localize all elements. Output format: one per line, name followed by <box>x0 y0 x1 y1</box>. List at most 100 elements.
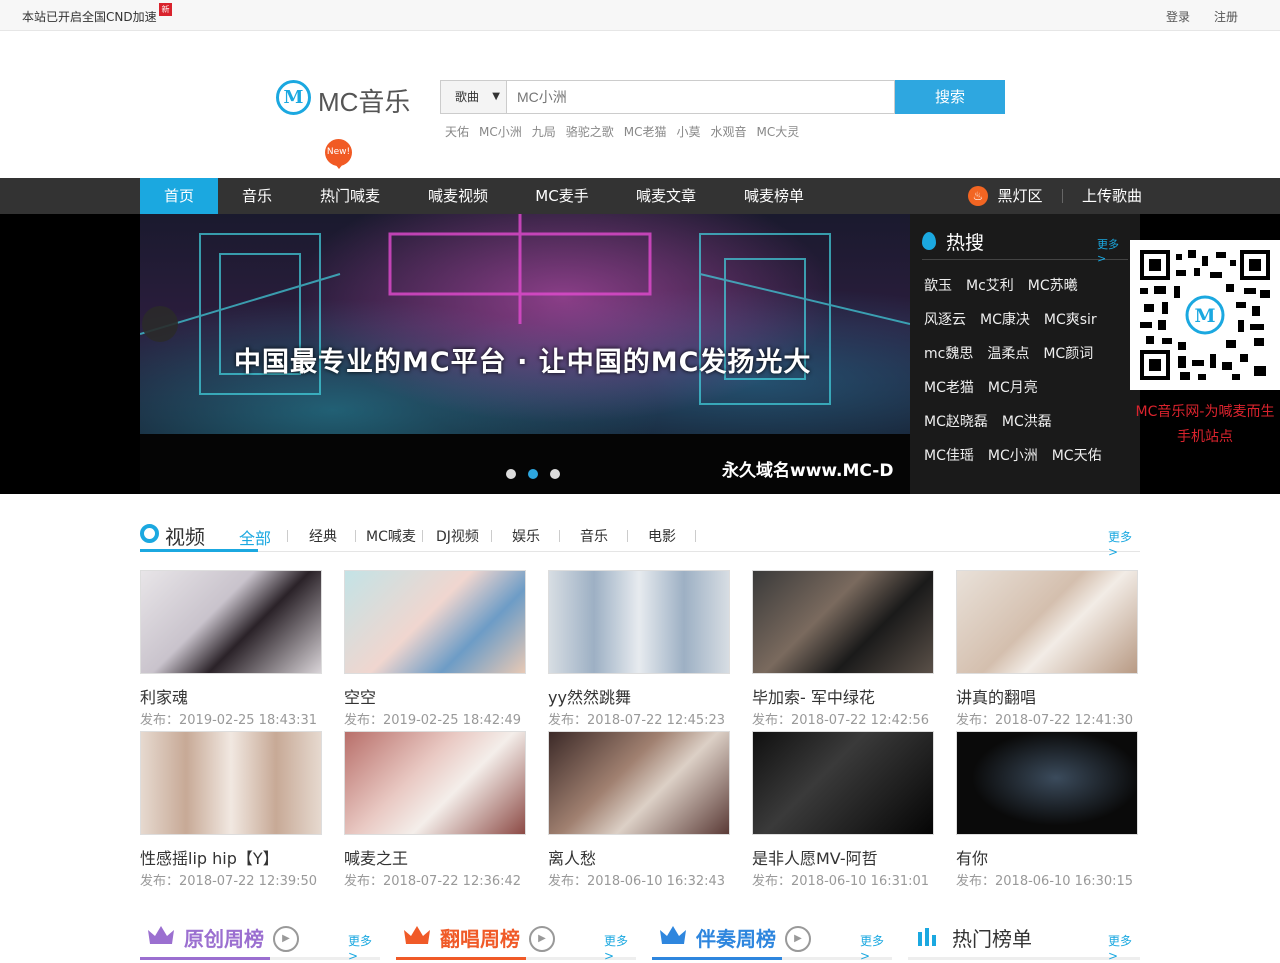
hot-tag[interactable]: 歆玉 <box>924 274 952 298</box>
hot-keyword[interactable]: 天佑 <box>445 125 469 139</box>
video-title[interactable]: 有你 <box>956 845 988 869</box>
hot-keyword[interactable]: MC老猫 <box>624 125 667 139</box>
hot-tag[interactable]: MC佳瑶 <box>924 444 974 468</box>
video-thumbnail[interactable] <box>548 731 730 835</box>
video-title[interactable]: 讲真的翻唱 <box>956 684 1036 708</box>
video-card[interactable]: 利家魂 发布：2019-02-25 18:43:31 <box>140 570 322 730</box>
carousel-dot-1[interactable] <box>506 469 516 479</box>
video-cat-mc[interactable]: MC喊麦 <box>366 526 416 546</box>
video-thumbnail[interactable] <box>956 731 1138 835</box>
video-more-link[interactable]: 更多> <box>1108 528 1140 559</box>
video-cat-classic[interactable]: 经典 <box>309 526 337 546</box>
video-title[interactable]: 喊麦之王 <box>344 845 408 869</box>
hot-keyword[interactable]: MC大灵 <box>757 125 800 139</box>
chevron-down-icon: ▼ <box>492 91 500 102</box>
chart-title: 翻唱周榜 <box>440 927 520 951</box>
search-type-select[interactable]: 歌曲 ▼ <box>440 80 506 114</box>
video-thumbnail[interactable] <box>752 570 934 674</box>
hot-keyword[interactable]: MC小洲 <box>479 125 522 139</box>
hot-keyword[interactable]: 水观音 <box>711 125 747 139</box>
hot-tag[interactable]: MC天佑 <box>1052 444 1102 468</box>
nav-music[interactable]: 音乐 <box>218 178 296 214</box>
video-thumbnail[interactable] <box>140 731 322 835</box>
site-logo[interactable]: M MC音乐 <box>276 80 416 118</box>
hot-tag[interactable]: MC颜词 <box>1043 342 1093 366</box>
video-cat-entertainment[interactable]: 娱乐 <box>512 526 540 546</box>
search-input[interactable] <box>506 80 895 114</box>
video-card[interactable]: yy然然跳舞 发布：2018-07-22 12:45:23 <box>548 570 730 730</box>
video-title[interactable]: 离人愁 <box>548 845 596 869</box>
video-card[interactable]: 离人愁 发布：2018-06-10 16:32:43 <box>548 731 730 891</box>
hot-tag[interactable]: MC月亮 <box>988 376 1038 400</box>
video-title[interactable]: 性感摇lip hip【Y】 <box>140 845 279 869</box>
hot-tag[interactable]: Mc艾利 <box>966 274 1014 298</box>
video-title[interactable]: 空空 <box>344 684 376 708</box>
video-card[interactable]: 空空 发布：2019-02-25 18:42:49 <box>344 570 526 730</box>
chart-title: 原创周榜 <box>184 927 264 951</box>
video-section-title: 视频 <box>165 525 205 549</box>
nav-hot-hanmai[interactable]: 热门喊麦 <box>296 178 404 214</box>
carousel-dot-3[interactable] <box>550 469 560 479</box>
play-icon[interactable]: ▶ <box>529 926 555 952</box>
video-title-underline <box>140 549 258 552</box>
nav-blacklight[interactable]: 黑灯区 <box>992 178 1048 214</box>
hot-tag[interactable]: MC赵晓磊 <box>924 410 988 434</box>
hot-tag[interactable]: 风逐云 <box>924 308 966 332</box>
login-link[interactable]: 登录 <box>1166 8 1190 25</box>
hot-tag[interactable]: MC爽sir <box>1044 308 1097 332</box>
banner-slide[interactable]: 中国最专业的MC平台 · 让中国的MC发扬光大 永久域名www.MC-D <box>140 214 910 494</box>
video-title[interactable]: 利家魂 <box>140 684 188 708</box>
hot-tag[interactable]: MC老猫 <box>924 376 974 400</box>
video-thumbnail[interactable] <box>140 570 322 674</box>
hot-tag[interactable]: 温柔点 <box>987 342 1029 366</box>
carousel-dot-2[interactable] <box>528 469 538 479</box>
video-title[interactable]: yy然然跳舞 <box>548 684 631 708</box>
play-icon[interactable]: ▶ <box>785 926 811 952</box>
chart-more-link[interactable]: 更多> <box>604 932 636 963</box>
video-thumbnail[interactable] <box>752 731 934 835</box>
video-cat-movie[interactable]: 电影 <box>648 526 676 546</box>
video-card[interactable]: 喊麦之王 发布：2018-07-22 12:36:42 <box>344 731 526 891</box>
video-card[interactable]: 性感摇lip hip【Y】 发布：2018-07-22 12:39:50 <box>140 731 322 891</box>
chart-more-link[interactable]: 更多> <box>1108 932 1140 963</box>
video-thumbnail[interactable] <box>344 731 526 835</box>
hot-tag[interactable]: MC洪磊 <box>1002 410 1052 434</box>
video-cat-music[interactable]: 音乐 <box>580 526 608 546</box>
video-card[interactable]: 是非人愿MV-阿哲 发布：2018-06-10 16:31:01 <box>752 731 934 891</box>
hot-tag[interactable]: MC苏曦 <box>1028 274 1078 298</box>
nav-mc-maishou[interactable]: MC麦手 <box>512 178 612 214</box>
banner-domain: 永久域名www.MC-D <box>722 461 894 481</box>
hot-tag[interactable]: MC小洲 <box>988 444 1038 468</box>
nav-hanmai-video[interactable]: 喊麦视频 <box>404 178 512 214</box>
water-drop-icon <box>922 232 936 250</box>
video-card[interactable]: 有你 发布：2018-06-10 16:30:15 <box>956 731 1138 891</box>
chart-more-link[interactable]: 更多> <box>348 932 380 963</box>
video-thumbnail[interactable] <box>344 570 526 674</box>
hot-keyword[interactable]: 九局 <box>532 125 556 139</box>
nav-articles[interactable]: 喊麦文章 <box>612 178 720 214</box>
video-thumbnail[interactable] <box>956 570 1138 674</box>
cat-divider <box>422 530 423 542</box>
hot-keyword[interactable]: 骆驼之歌 <box>566 125 614 139</box>
video-thumbnail[interactable] <box>548 570 730 674</box>
hot-keyword[interactable]: 小莫 <box>677 125 701 139</box>
nav-charts[interactable]: 喊麦榜单 <box>720 178 828 214</box>
cat-divider <box>355 530 356 542</box>
video-date: 发布：2019-02-25 18:43:31 <box>140 713 318 728</box>
video-title[interactable]: 毕加索- 军中绿花 <box>752 684 875 708</box>
chart-more-link[interactable]: 更多> <box>860 932 892 963</box>
search-button[interactable]: 搜索 <box>895 80 1005 114</box>
hot-search-more[interactable]: 更多> <box>1097 236 1128 265</box>
register-link[interactable]: 注册 <box>1214 8 1238 25</box>
video-cat-dj[interactable]: DJ视频 <box>436 526 479 546</box>
hot-tag[interactable]: MC康决 <box>980 308 1030 332</box>
video-cat-all[interactable]: 全部 <box>239 525 271 549</box>
video-title[interactable]: 是非人愿MV-阿哲 <box>752 845 878 869</box>
play-icon[interactable]: ▶ <box>273 926 299 952</box>
nav-home[interactable]: 首页 <box>140 178 218 214</box>
video-date: 发布：2018-06-10 16:30:15 <box>956 874 1134 889</box>
video-card[interactable]: 讲真的翻唱 发布：2018-07-22 12:41:30 <box>956 570 1138 730</box>
video-card[interactable]: 毕加索- 军中绿花 发布：2018-07-22 12:42:56 <box>752 570 934 730</box>
nav-upload[interactable]: 上传歌曲 <box>1076 178 1148 214</box>
hot-tag[interactable]: mc魏思 <box>924 342 973 366</box>
